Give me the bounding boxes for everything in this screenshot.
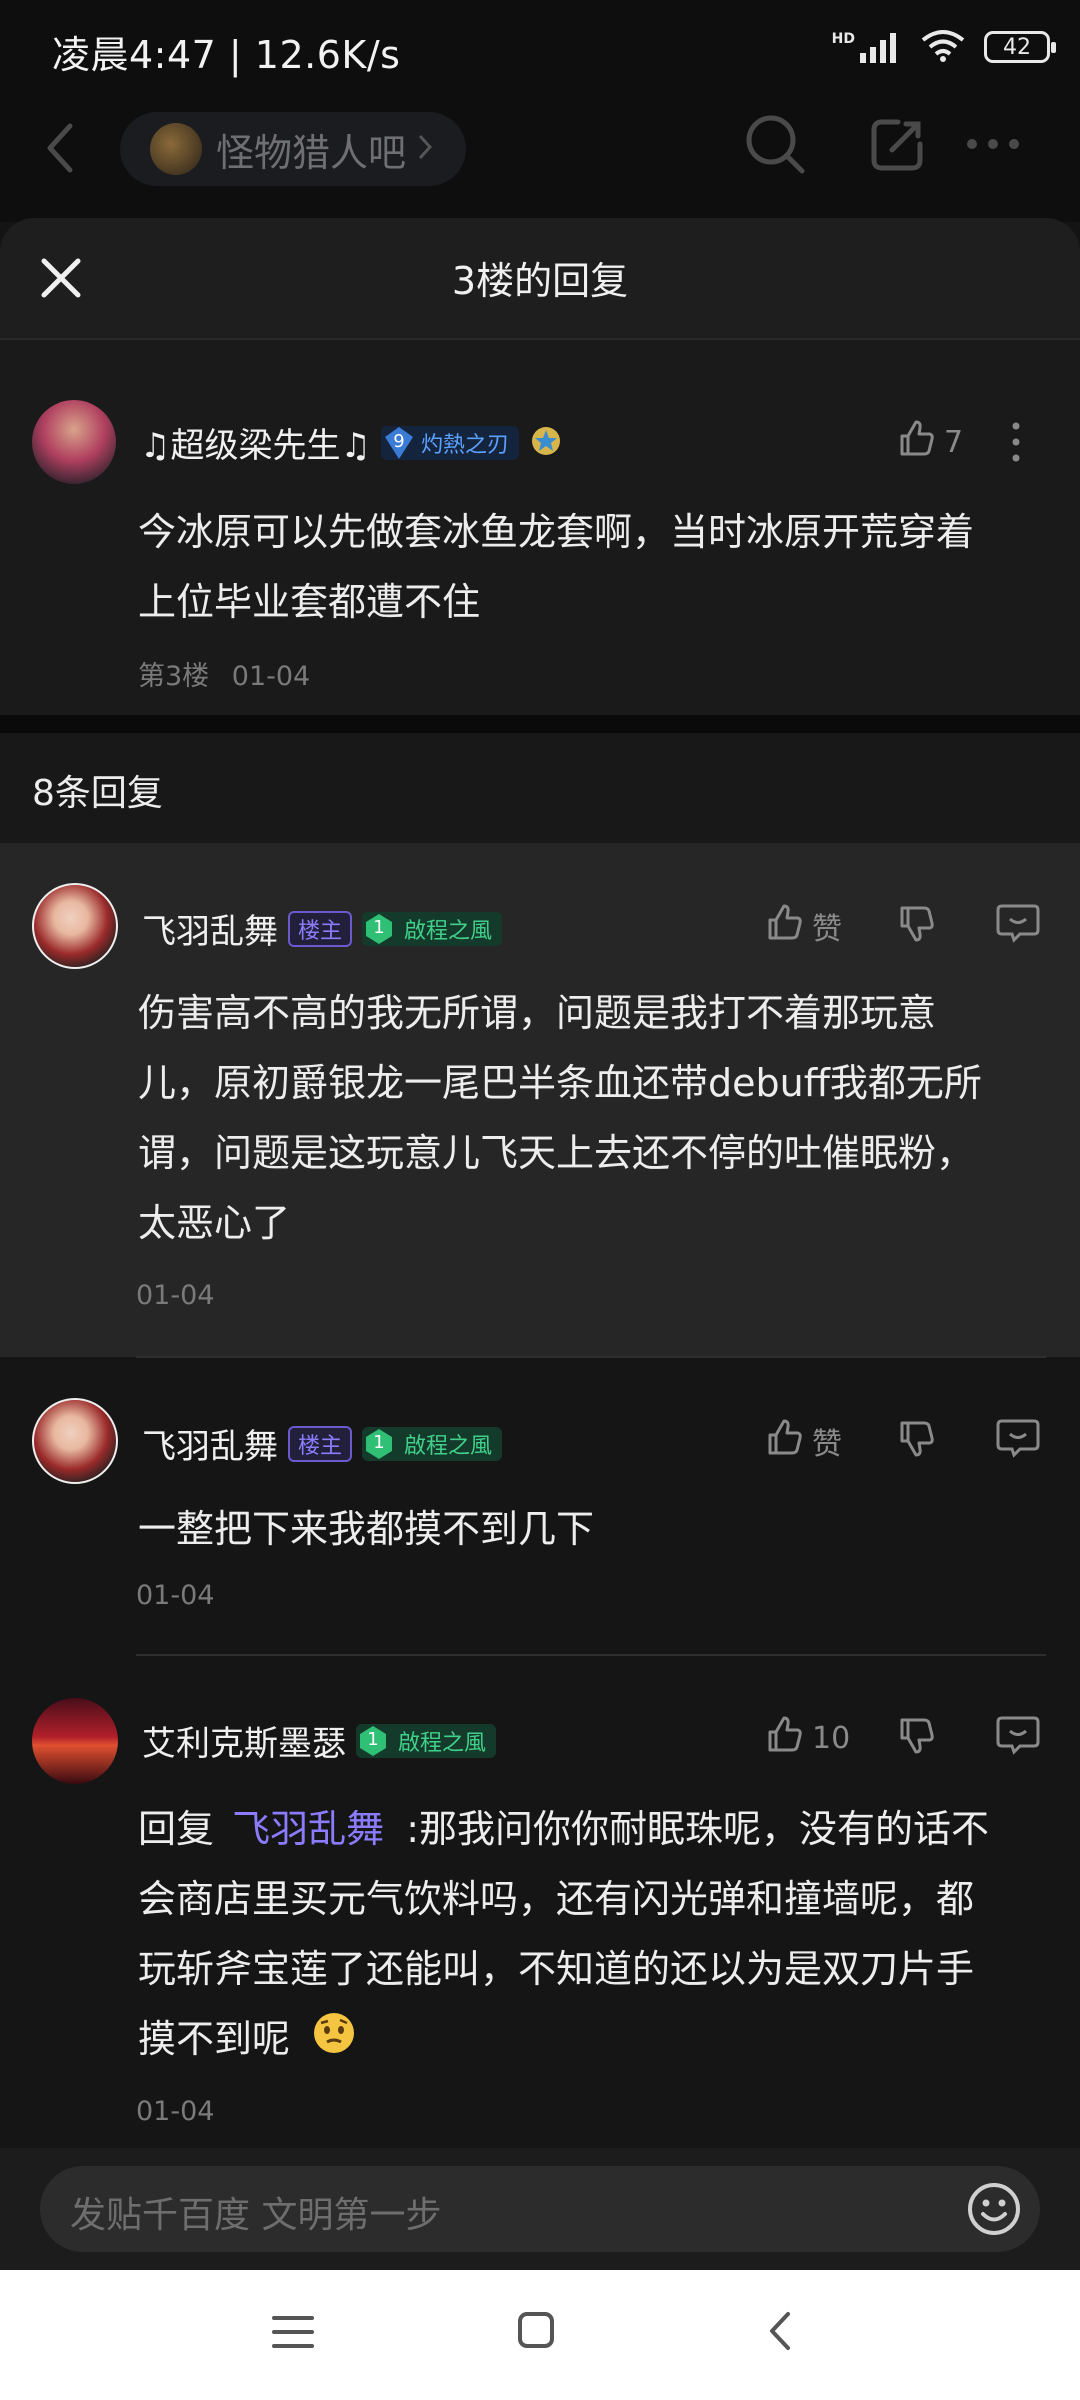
avatar[interactable]	[32, 400, 116, 484]
sheet-title: 3楼的回复	[451, 259, 629, 303]
replies-count: 8条回复	[32, 773, 163, 814]
reply-line: 会商店里买元气饮料吗，还有闪光弹和撞墙呢，都	[138, 1877, 975, 1921]
reply-line: 玩斩斧宝莲了还能叫，不知道的还以为是双刀片手	[138, 1947, 975, 1991]
level-badge: 9 灼熱之刃	[380, 425, 519, 461]
comment-icon[interactable]	[996, 1417, 1040, 1463]
op-tag: 楼主	[288, 910, 353, 947]
username[interactable]: 飞羽乱舞	[142, 1419, 278, 1468]
comment-icon[interactable]	[996, 902, 1040, 948]
like-button[interactable]: 10	[764, 1714, 850, 1762]
more-icon[interactable]	[964, 136, 1022, 156]
reply-text: 伤害高不高的我无所谓，问题是我打不着那玩意 儿，原初爵银龙一尾巴半条血还带deb…	[138, 978, 1058, 1258]
thumb-down-icon[interactable]	[896, 904, 936, 948]
level-badge: 1 啟程之風	[356, 1723, 497, 1758]
avatar[interactable]	[32, 1398, 118, 1484]
battery-icon: 42	[984, 31, 1056, 63]
main-post-meta: 第3楼 01-04	[138, 654, 310, 693]
reply-userline: 飞羽乱舞 楼主 1 啟程之風	[142, 904, 503, 953]
reply-line: 回复 飞羽乱舞 :那我问你你耐眠珠呢，没有的话不	[138, 1794, 1058, 1864]
reply-line: 儿，原初爵银龙一尾巴半条血还带debuff我都无所	[138, 1061, 982, 1105]
like-label: 赞	[812, 1427, 842, 1462]
level-title: 啟程之風	[404, 1433, 493, 1459]
avatar[interactable]	[32, 883, 118, 969]
reply-text: 一整把下来我都摸不到几下	[138, 1494, 1058, 1564]
mention-link[interactable]: 飞羽乱舞	[232, 1807, 384, 1851]
search-icon[interactable]	[744, 113, 806, 179]
thumb-up-icon	[896, 418, 936, 466]
thinking-emoji-icon	[312, 2007, 356, 2077]
share-icon[interactable]	[868, 116, 926, 178]
nav-back-icon[interactable]	[766, 2310, 794, 2356]
reply-line: 摸不到呢	[138, 2004, 1058, 2077]
like-button[interactable]: 赞	[764, 902, 842, 950]
gem-icon: 1	[362, 912, 396, 946]
post-line: 今冰原可以先做套冰鱼龙套啊，当时冰原开荒穿着	[138, 510, 975, 554]
level-title: 灼熱之刃	[420, 432, 509, 458]
like-button[interactable]: 赞	[764, 1417, 842, 1465]
reply-line: 谓，问题是这玩意儿飞天上去还不停的吐催眠粉，	[138, 1131, 975, 1175]
home-icon[interactable]	[516, 2310, 556, 2354]
reply-text: 回复 飞羽乱舞 :那我问你你耐眠珠呢，没有的话不 会商店里买元气饮料吗，还有闪光…	[138, 1794, 1058, 2077]
username[interactable]: 飞羽乱舞	[142, 904, 278, 953]
input-placeholder: 发贴千百度 文明第一步	[70, 2195, 442, 2236]
reply-date: 01-04	[136, 2096, 215, 2127]
like-label: 赞	[812, 912, 842, 947]
hd-signal-icon: HD	[832, 31, 902, 63]
thumb-down-icon[interactable]	[896, 1716, 936, 1760]
post-line: 上位毕业套都遭不住	[138, 580, 481, 624]
reply-line-text: :那我问你你耐眠珠呢，没有的话不	[406, 1807, 990, 1851]
main-post-text: 今冰原可以先做套冰鱼龙套啊，当时冰原开荒穿着 上位毕业套都遭不住	[138, 497, 1038, 637]
forum-pill[interactable]: 怪物猎人吧	[120, 112, 466, 186]
thumb-down-icon[interactable]	[896, 1419, 936, 1463]
gem-icon: 1	[356, 1724, 390, 1758]
post-date: 01-04	[231, 661, 311, 692]
status-time-speed: 凌晨4:47 | 12.6K/s	[52, 33, 401, 77]
username[interactable]: 艾利克斯墨瑟	[142, 1716, 346, 1765]
forum-avatar	[150, 123, 202, 175]
medal-icon	[529, 424, 563, 462]
level-badge: 1 啟程之風	[362, 1426, 503, 1461]
network-label: HD	[831, 31, 855, 47]
reply-line: 太恶心了	[138, 1201, 291, 1245]
thumb-up-icon	[764, 1714, 804, 1762]
thumb-up-icon	[764, 902, 804, 950]
main-post-userline: ♫超级梁先生♫ 9 灼熱之刃	[140, 418, 563, 467]
reply-userline: 艾利克斯墨瑟 1 啟程之風	[142, 1716, 497, 1765]
op-tag: 楼主	[288, 1425, 353, 1462]
like-button[interactable]: 7	[896, 418, 963, 466]
reply-separator	[136, 1654, 1046, 1656]
comment-icon[interactable]	[996, 1714, 1040, 1760]
forum-name: 怪物猎人吧	[216, 130, 407, 175]
reply-line: 一整把下来我都摸不到几下	[138, 1507, 595, 1551]
section-divider	[0, 715, 1080, 733]
like-count: 10	[812, 1720, 851, 1756]
chevron-right-icon	[416, 132, 434, 166]
like-count: 7	[944, 424, 964, 460]
menu-icon[interactable]	[272, 2312, 314, 2356]
level-badge: 1 啟程之風	[362, 911, 503, 946]
gem-icon: 1	[362, 1427, 396, 1461]
status-icons: HD 42	[832, 28, 1056, 66]
diamond-icon: 9	[381, 425, 417, 461]
username[interactable]: ♫超级梁先生♫	[140, 418, 371, 467]
avatar[interactable]	[32, 1698, 118, 1784]
battery-level: 42	[1003, 34, 1031, 60]
thumb-up-icon	[764, 1417, 804, 1465]
more-vertical-icon[interactable]	[1008, 420, 1024, 468]
reply-line: 伤害高不高的我无所谓，问题是我打不着那玩意	[138, 991, 937, 1035]
wifi-icon	[920, 28, 966, 66]
reply-userline: 飞羽乱舞 楼主 1 啟程之風	[142, 1419, 503, 1468]
level-title: 啟程之風	[398, 1730, 487, 1756]
level-title: 啟程之風	[404, 918, 493, 944]
reply-date: 01-04	[136, 1280, 215, 1311]
reply-separator	[136, 1356, 1046, 1358]
back-chevron-icon[interactable]	[40, 120, 80, 180]
reply-date: 01-04	[136, 1580, 215, 1611]
emoji-icon[interactable]	[966, 2181, 1022, 2241]
reply-line-text: 摸不到呢	[138, 2017, 291, 2061]
reply-prefix: 回复	[138, 1807, 227, 1851]
floor-number: 第3楼	[138, 661, 210, 692]
